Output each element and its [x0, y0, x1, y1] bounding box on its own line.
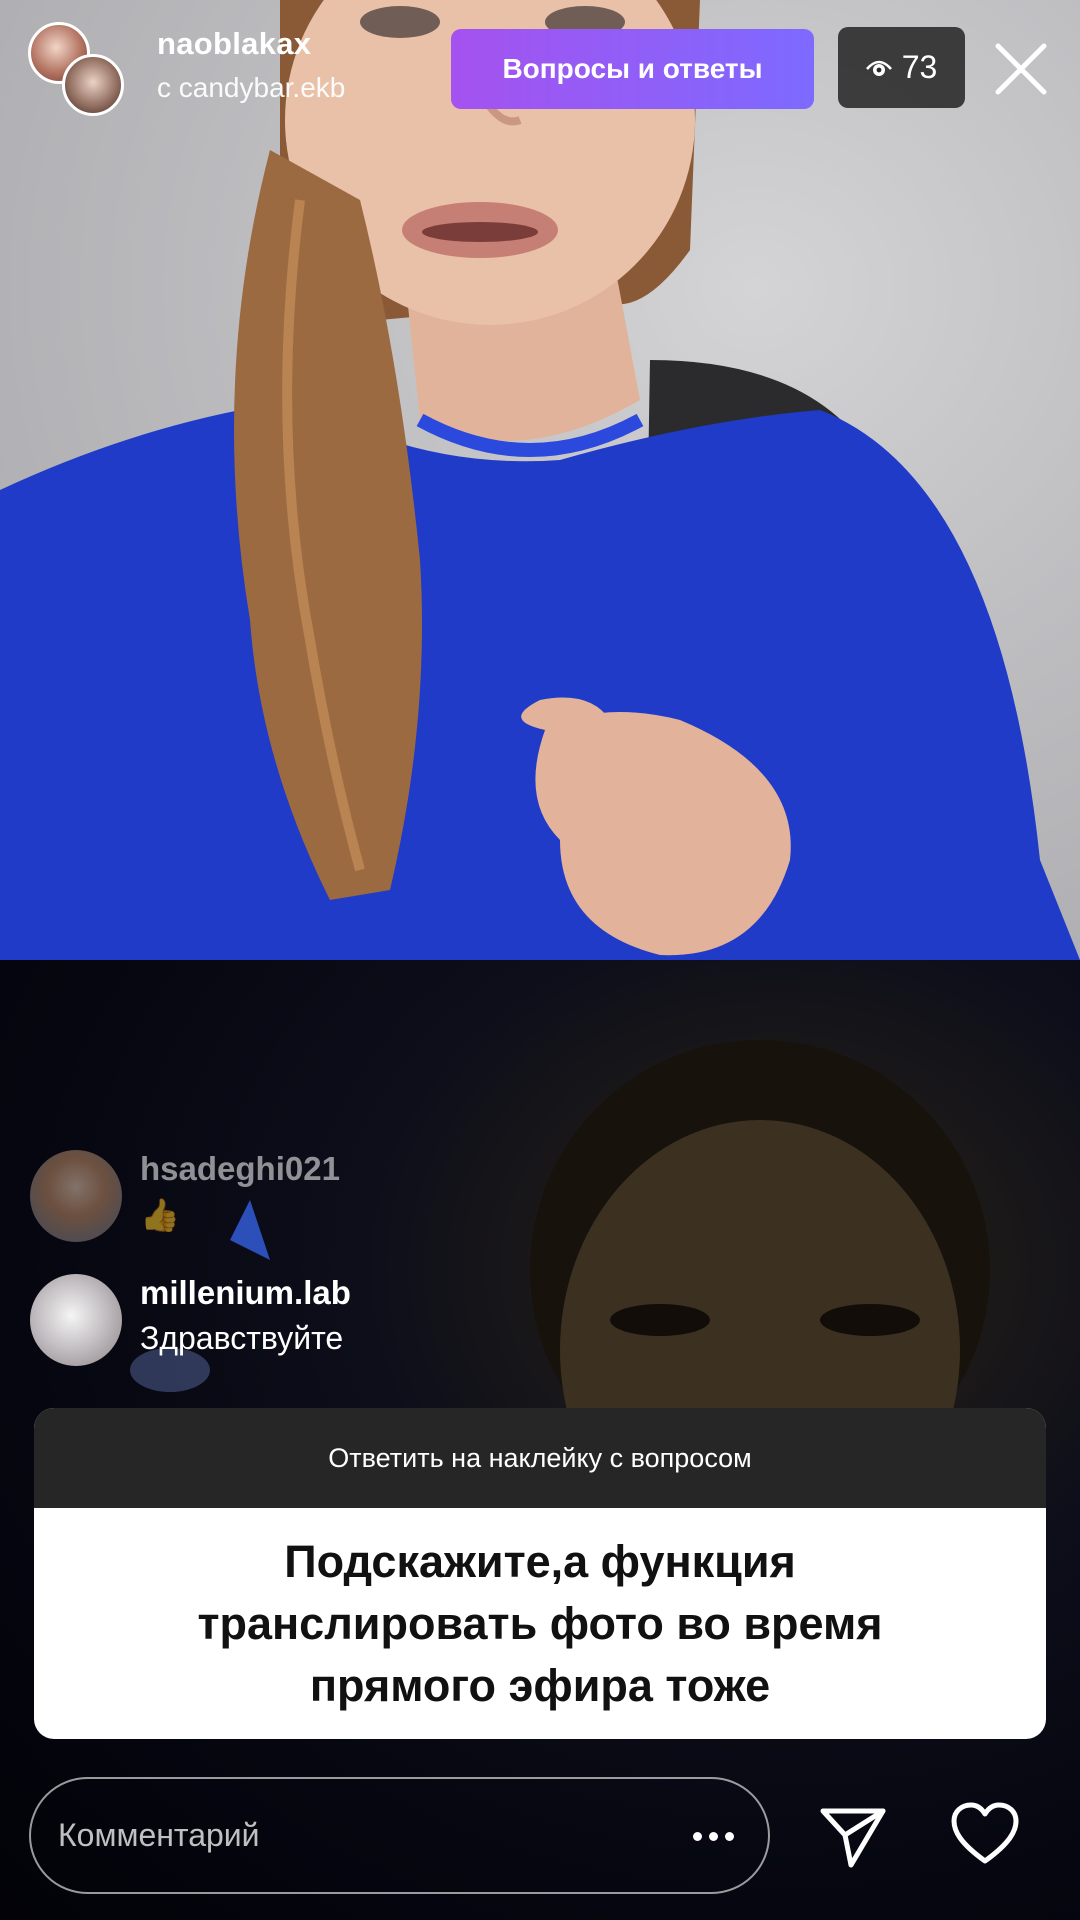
send-icon[interactable] — [817, 1799, 889, 1871]
guest-label[interactable]: с candybar.ekb — [157, 72, 345, 104]
commenter-avatar — [30, 1150, 122, 1242]
comment-username: hsadeghi021 — [140, 1150, 340, 1187]
commenter-avatar — [30, 1274, 122, 1366]
close-icon[interactable] — [990, 38, 1052, 100]
question-sticker[interactable]: Ответить на наклейку с вопросом Подскажи… — [34, 1408, 1046, 1739]
eye-icon — [865, 60, 892, 76]
comment-text: 👍 — [140, 1197, 180, 1233]
heart-icon[interactable] — [950, 1801, 1020, 1867]
guest-avatar — [62, 54, 124, 116]
comment-text: Здравствуйте — [140, 1320, 344, 1356]
viewer-count: 73 — [901, 49, 938, 85]
comment-item[interactable]: hsadeghi021 👍 — [30, 1150, 340, 1242]
comment-item[interactable]: millenium.lab Здравствуйте — [30, 1274, 351, 1366]
question-sticker-header: Ответить на наклейку с вопросом — [34, 1408, 1046, 1508]
host-figure — [0, 0, 1080, 960]
comment-input[interactable] — [58, 1817, 638, 1854]
question-text: Подскажите,а функция транслировать фото … — [197, 1535, 883, 1711]
questions-and-answers-button[interactable]: Вопросы и ответы — [451, 29, 814, 109]
comment-username: millenium.lab — [140, 1274, 351, 1311]
host-video — [0, 0, 1080, 960]
viewer-count-badge[interactable]: 73 — [838, 27, 965, 108]
host-avatars[interactable] — [28, 22, 128, 120]
comment-field[interactable] — [29, 1777, 770, 1894]
host-username[interactable]: naoblakax — [157, 26, 311, 62]
more-dots-icon[interactable] — [683, 1812, 743, 1860]
